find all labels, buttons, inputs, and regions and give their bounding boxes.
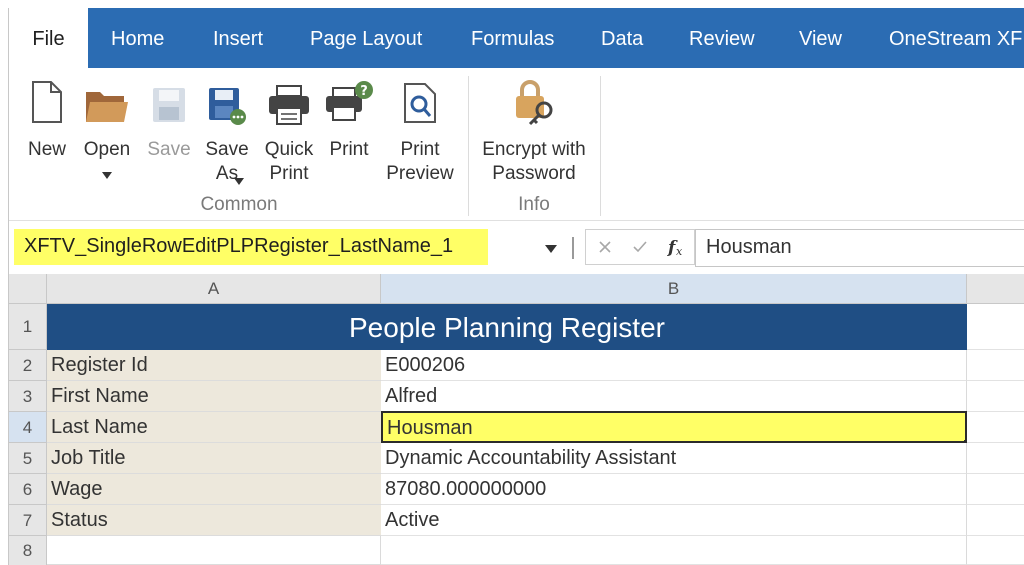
save-as-button[interactable]: Save As — [199, 80, 255, 190]
cell-first-name-label[interactable]: First Name — [47, 381, 381, 412]
cell-last-name-value-selected[interactable]: Housman — [381, 411, 967, 443]
encrypt-with-password-button[interactable]: Encrypt with Password — [471, 80, 597, 190]
ribbon-tab-bar: File Home Insert Page Layout Formulas Da… — [9, 8, 1024, 68]
tab-review[interactable]: Review — [689, 8, 755, 68]
name-box-value: XFTV_SingleRowEditPLPRegister_LastName_1 — [24, 235, 454, 257]
formula-bar-splitter[interactable] — [572, 237, 574, 259]
cell-c2[interactable] — [967, 350, 1024, 381]
print-button[interactable]: ? Print — [321, 80, 377, 190]
print-label: Print — [329, 139, 369, 160]
cell-last-name-label[interactable]: Last Name — [47, 412, 381, 443]
row-header-8[interactable]: 8 — [9, 536, 47, 565]
formula-buttons: f x — [585, 229, 695, 265]
ribbon-file: New Open Save Save As Quick Print ? Prin… — [9, 68, 1024, 220]
print-preview-icon — [404, 83, 436, 123]
cell-b8[interactable] — [381, 536, 967, 565]
tab-formulas[interactable]: Formulas — [471, 8, 554, 68]
save-as-label: Save As — [205, 139, 249, 184]
ribbon-group-divider-2 — [600, 76, 601, 216]
svg-text:?: ? — [360, 84, 368, 99]
cell-wage-label[interactable]: Wage — [47, 474, 381, 505]
ribbon-group-divider — [468, 76, 469, 216]
formula-value: Housman — [706, 236, 792, 258]
cancel-icon[interactable] — [598, 240, 612, 254]
register-title-cell[interactable]: People Planning Register — [47, 304, 967, 350]
column-header-a[interactable]: A — [47, 274, 381, 304]
cell-c3[interactable] — [967, 381, 1024, 412]
name-box-dropdown-icon[interactable] — [545, 245, 557, 253]
cell-c8[interactable] — [967, 536, 1024, 565]
open-button[interactable]: Open — [75, 80, 139, 190]
print-help-icon: ? — [326, 81, 373, 121]
excel-window: File Home Insert Page Layout Formulas Da… — [8, 8, 1024, 565]
tab-page-layout[interactable]: Page Layout — [310, 8, 422, 68]
formula-input[interactable]: Housman — [695, 229, 1024, 267]
row-header-1[interactable]: 1 — [9, 304, 47, 350]
save-as-dropdown-icon[interactable] — [234, 178, 244, 185]
quick-print-label: Quick Print — [264, 139, 314, 184]
row-header-7[interactable]: 7 — [9, 505, 47, 536]
open-dropdown-icon[interactable] — [102, 172, 112, 179]
formula-bar: XFTV_SingleRowEditPLPRegister_LastName_1… — [9, 220, 1024, 275]
enter-check-icon[interactable] — [632, 240, 648, 254]
column-header-c[interactable] — [967, 274, 1024, 304]
select-all-corner[interactable] — [9, 274, 47, 304]
save-as-icon — [209, 88, 246, 125]
cell-status-value[interactable]: Active — [381, 505, 967, 536]
common-group-label: Common — [200, 194, 278, 215]
lock-key-icon — [516, 80, 553, 126]
cell-wage-value[interactable]: 87080.000000000 — [381, 474, 967, 505]
tab-insert[interactable]: Insert — [213, 8, 263, 68]
cell-first-name-value[interactable]: Alfred — [381, 381, 967, 412]
encrypt-label: Encrypt with Password — [482, 139, 586, 184]
new-label: New — [27, 139, 66, 160]
cell-job-title-label[interactable]: Job Title — [47, 443, 381, 474]
new-button[interactable]: New — [19, 80, 75, 190]
tab-home[interactable]: Home — [111, 8, 164, 68]
cell-register-id-label[interactable]: Register Id — [47, 350, 381, 381]
cell-job-title-value[interactable]: Dynamic Accountability Assistant — [381, 443, 967, 474]
cell-c5[interactable] — [967, 443, 1024, 474]
new-document-icon — [32, 81, 62, 123]
name-box[interactable]: XFTV_SingleRowEditPLPRegister_LastName_1 — [14, 229, 488, 265]
row-header-5[interactable]: 5 — [9, 443, 47, 474]
row-header-3[interactable]: 3 — [9, 381, 47, 412]
open-label: Open — [83, 139, 131, 160]
cell-c6[interactable] — [967, 474, 1024, 505]
cell-c7[interactable] — [967, 505, 1024, 536]
row-header-6[interactable]: 6 — [9, 474, 47, 505]
folder-open-icon — [86, 92, 128, 122]
cell-status-label[interactable]: Status — [47, 505, 381, 536]
quick-print-button[interactable]: Quick Print — [259, 80, 319, 190]
cell-register-id-value[interactable]: E000206 — [381, 350, 967, 381]
column-header-b[interactable]: B — [381, 274, 967, 304]
tab-onestream-xf[interactable]: OneStream XF — [889, 8, 1022, 68]
tab-file[interactable]: File — [9, 8, 88, 68]
save-disk-icon — [153, 88, 185, 122]
tab-view[interactable]: View — [799, 8, 842, 68]
printer-icon — [269, 85, 309, 125]
save-button[interactable]: Save — [141, 80, 197, 190]
spreadsheet-grid: A B 1 2 3 4 5 6 7 8 People Planning Regi… — [9, 274, 1024, 565]
insert-function-icon[interactable]: f x — [666, 236, 688, 258]
info-group-label: Info — [518, 194, 550, 215]
cell-a8[interactable] — [47, 536, 381, 565]
print-preview-label: Print Preview — [386, 139, 454, 184]
save-label: Save — [147, 139, 191, 160]
cell-c1[interactable] — [967, 304, 1024, 350]
row-header-4[interactable]: 4 — [9, 412, 47, 443]
print-preview-button[interactable]: Print Preview — [381, 80, 459, 190]
tab-data[interactable]: Data — [601, 8, 643, 68]
row-header-2[interactable]: 2 — [9, 350, 47, 381]
svg-text:x: x — [676, 245, 683, 258]
cell-c4[interactable] — [967, 412, 1024, 443]
